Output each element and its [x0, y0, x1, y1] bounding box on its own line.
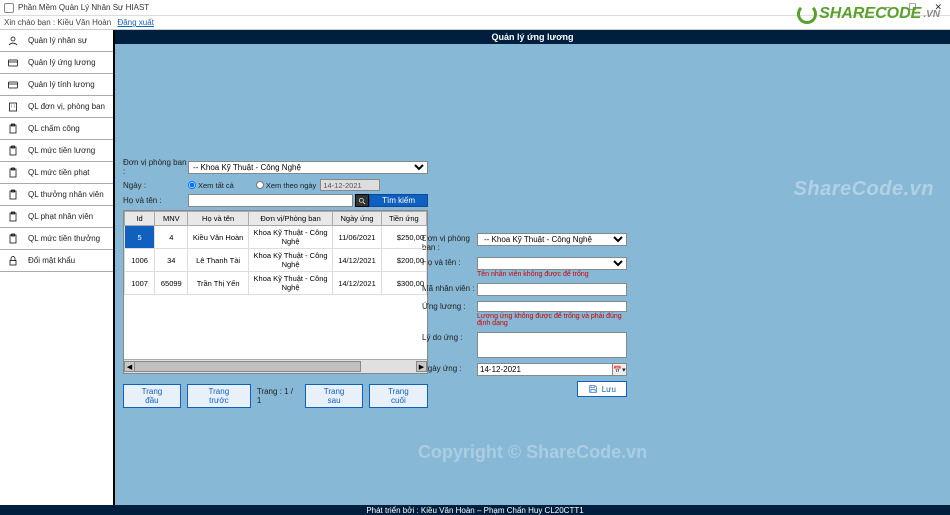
scroll-thumb[interactable]	[134, 361, 361, 372]
sidebar-item-cham-cong[interactable]: QL chấm công	[0, 118, 113, 140]
clipboard-icon	[6, 122, 20, 136]
sidebar-item-label: Quản lý tính lương	[28, 80, 95, 89]
form-advance-error: Lương ứng không được để trống và phải đú…	[477, 313, 627, 327]
page-next-button[interactable]: Trang sau	[305, 384, 362, 408]
table-row[interactable]: 100765099Trần Thị YếnKhoa Kỹ Thuật - Côn…	[125, 272, 427, 295]
sidebar-item-label: QL phạt nhân viên	[28, 212, 93, 221]
data-grid[interactable]: Id MNV Họ và tên Đơn vị/Phòng ban Ngày ứ…	[123, 210, 428, 374]
sidebar-item-phat-nv[interactable]: QL phạt nhân viên	[0, 206, 113, 228]
dept-filter-label: Đơn vị phòng ban :	[123, 158, 188, 176]
table-row[interactable]: 54Kiều Văn HoànKhoa Kỹ Thuật - Công Nghệ…	[125, 226, 427, 249]
form-panel: Đơn vị phòng ban :-- Khoa Kỹ Thuật - Côn…	[422, 158, 627, 408]
clipboard-icon	[6, 188, 20, 202]
sidebar-item-label: QL chấm công	[28, 124, 80, 133]
watermark-copyright: Copyright © ShareCode.vn	[115, 442, 950, 463]
col-id: Id	[125, 212, 155, 226]
form-advance-label: Ứng lương :	[422, 301, 477, 311]
save-button-label: Lưu	[602, 385, 616, 394]
save-button[interactable]: Lưu	[577, 381, 627, 397]
sidebar-item-label: QL mức tiền phạt	[28, 168, 90, 177]
name-filter-input[interactable]	[188, 194, 353, 207]
sidebar-item-label: Quản lý ứng lương	[28, 58, 96, 67]
sidebar-item-muc-phat[interactable]: QL mức tiền phạt	[0, 162, 113, 184]
radio-view-byday[interactable]: Xem theo ngày	[256, 181, 316, 190]
form-empid-label: Mã nhân viên :	[422, 283, 477, 293]
search-button[interactable]: Tìm kiếm	[369, 194, 428, 207]
dept-filter-select[interactable]: -- Khoa Kỹ Thuật - Công Nghệ	[188, 161, 428, 174]
page-label: Trang : 1 / 1	[257, 387, 300, 405]
name-filter-label: Họ và tên :	[123, 196, 188, 205]
app-icon	[4, 3, 14, 13]
page-title: Quản lý ứng lương	[115, 30, 950, 44]
form-name-select[interactable]	[477, 257, 627, 270]
day-filter-label: Ngày :	[123, 181, 188, 190]
form-dept-label: Đơn vị phòng ban :	[422, 233, 477, 252]
page-first-button[interactable]: Trang đầu	[123, 384, 181, 408]
sidebar-item-label: QL mức tiền lương	[28, 146, 95, 155]
scroll-right-arrow[interactable]: ▶	[416, 361, 427, 372]
sidebar-item-thuong-nv[interactable]: QL thưởng nhân viên	[0, 184, 113, 206]
form-date-input[interactable]	[477, 363, 613, 376]
sharecode-logo: SHARECODE.VN	[797, 4, 940, 24]
list-panel: Đơn vị phòng ban : -- Khoa Kỹ Thuật - Cô…	[123, 158, 428, 408]
person-icon	[6, 34, 20, 48]
window-title: Phần Mềm Quản Lý Nhân Sự HIAST	[18, 3, 149, 12]
save-icon	[588, 384, 598, 394]
clipboard-icon	[6, 210, 20, 224]
sidebar-item-don-vi[interactable]: QL đơn vị, phòng ban	[0, 96, 113, 118]
col-name: Họ và tên	[188, 212, 248, 226]
sidebar-item-ung-luong[interactable]: Quản lý ứng lương	[0, 52, 113, 74]
sidebar-item-label: Đổi mật khẩu	[28, 256, 75, 265]
table-row[interactable]: 100634Lê Thanh TàiKhoa Kỹ Thuật - Công N…	[125, 249, 427, 272]
form-reason-input[interactable]	[477, 332, 627, 358]
page-prev-button[interactable]: Trang trước	[187, 384, 251, 408]
clipboard-icon	[6, 166, 20, 180]
col-amount: Tiền ứng	[381, 212, 426, 226]
sidebar-item-muc-thuong[interactable]: QL mức tiền thưởng	[0, 228, 113, 250]
radio-label: Xem tất cả	[198, 181, 234, 190]
watermark-sharecode: ShareCode.vn	[794, 178, 934, 201]
sidebar-item-muc-luong[interactable]: QL mức tiền lương	[0, 140, 113, 162]
radio-view-all[interactable]: Xem tất cả	[188, 181, 234, 190]
username: Kiều Văn Hoàn	[57, 18, 111, 27]
sidebar-item-label: QL đơn vị, phòng ban	[28, 102, 105, 111]
footer: Phát triển bởi : Kiều Văn Hoàn – Phạm Ch…	[0, 505, 950, 515]
form-dept-select[interactable]: -- Khoa Kỹ Thuật - Công Nghệ	[477, 233, 627, 246]
form-name-error: Tên nhân viên không được để trống	[477, 271, 627, 278]
sidebar-item-label: QL thưởng nhân viên	[28, 190, 104, 199]
building-icon	[6, 100, 20, 114]
col-dept: Đơn vị/Phòng ban	[248, 212, 333, 226]
greeting-label: Xin chào bạn :	[4, 18, 55, 27]
clipboard-icon	[6, 144, 20, 158]
sidebar-item-label: Quản lý nhân sự	[28, 36, 87, 45]
form-reason-label: Lý do ứng :	[422, 332, 477, 342]
sidebar-item-nhan-su[interactable]: Quản lý nhân sự	[0, 30, 113, 52]
sidebar: Quản lý nhân sự Quản lý ứng lương Quản l…	[0, 30, 115, 505]
sidebar-item-label: QL mức tiền thưởng	[28, 234, 100, 243]
col-mnv: MNV	[155, 212, 188, 226]
search-button-label: Tìm kiếm	[382, 196, 415, 205]
card-icon	[6, 56, 20, 70]
pager: Trang đầu Trang trước Trang : 1 / 1 Tran…	[123, 384, 428, 408]
horizontal-scrollbar[interactable]: ◀ ▶	[124, 359, 427, 373]
lock-icon	[6, 254, 20, 268]
card-icon	[6, 78, 20, 92]
page-last-button[interactable]: Trang cuối	[369, 384, 428, 408]
clipboard-icon	[6, 232, 20, 246]
calendar-icon[interactable]: 📅▾	[613, 363, 627, 376]
search-icon-button[interactable]	[355, 194, 369, 207]
form-date-label: Ngày ứng :	[422, 363, 477, 373]
logo-ring-icon	[797, 4, 817, 24]
form-empid-input[interactable]	[477, 283, 627, 296]
form-name-label: Họ và tên :	[422, 257, 477, 267]
col-date: Ngày ứng	[333, 212, 381, 226]
date-filter-input[interactable]	[320, 179, 380, 191]
sidebar-item-doi-mk[interactable]: Đổi mật khẩu	[0, 250, 113, 272]
logout-link[interactable]: Đăng xuất	[117, 18, 153, 27]
form-advance-input[interactable]	[477, 301, 627, 312]
radio-label: Xem theo ngày	[266, 181, 316, 190]
sidebar-item-tinh-luong[interactable]: Quản lý tính lương	[0, 74, 113, 96]
main-panel: Quản lý ứng lương Đơn vị phòng ban : -- …	[115, 30, 950, 505]
